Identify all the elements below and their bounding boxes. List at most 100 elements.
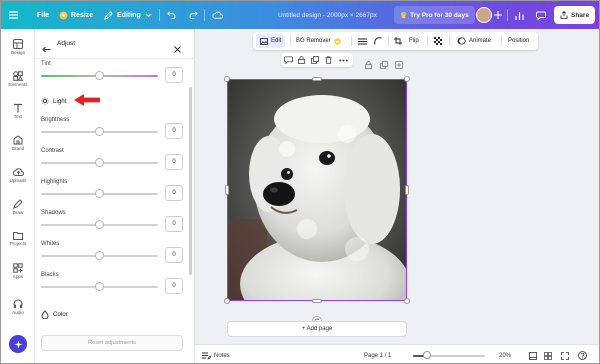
zoom-percentage[interactable]: 20%	[499, 345, 511, 363]
grid-view-button[interactable]	[544, 345, 552, 363]
magic-assistant-button[interactable]	[9, 335, 27, 353]
page-view-button[interactable]	[529, 345, 537, 363]
file-menu[interactable]: File	[37, 1, 49, 29]
rail-item-audio[interactable]: Audio	[1, 299, 35, 315]
contrast-value-input[interactable]: 0	[165, 154, 183, 170]
editing-mode-button[interactable]: Editing	[104, 1, 152, 29]
divider	[427, 36, 428, 46]
whites-value-input[interactable]: 0	[165, 247, 183, 263]
panel-title: Adjust	[57, 40, 76, 47]
share-button[interactable]: Share	[554, 6, 596, 24]
rail-item-apps[interactable]: Apps	[1, 263, 35, 279]
resize-handle-right[interactable]	[405, 185, 409, 195]
crop-icon	[394, 37, 402, 45]
animate-button[interactable]: Animate	[457, 32, 491, 50]
elements-icon	[13, 71, 23, 81]
duplicate-icon	[311, 56, 319, 64]
redo-button[interactable]	[189, 1, 198, 29]
transparency-button[interactable]	[434, 32, 442, 50]
close-button[interactable]	[174, 40, 181, 58]
sun-icon	[41, 97, 49, 105]
add-page-button[interactable]: + Add page	[227, 321, 407, 337]
border-style-button[interactable]	[358, 32, 367, 50]
light-section-header[interactable]: Light	[41, 97, 66, 105]
add-collaborator-button[interactable]	[494, 1, 502, 29]
insights-button[interactable]	[515, 1, 524, 29]
highlights-slider-knob[interactable]	[95, 189, 104, 198]
brightness-value-input[interactable]: 0	[165, 123, 183, 139]
brightness-slider-knob[interactable]	[95, 127, 104, 136]
droplet-icon	[41, 310, 49, 319]
more-options-button[interactable]	[339, 53, 348, 67]
add-page-icon-button[interactable]	[395, 56, 403, 74]
tint-value-input[interactable]: 0	[165, 67, 183, 83]
lock-icon	[298, 56, 305, 64]
page-indicator[interactable]: Page 1 / 1	[364, 345, 391, 363]
blacks-value-input[interactable]: 0	[165, 278, 183, 294]
cloud-save-button[interactable]	[212, 1, 223, 29]
rail-item-uploads[interactable]: Uploads	[1, 167, 35, 183]
highlights-value-input[interactable]: 0	[165, 185, 183, 201]
rail-item-brand[interactable]: Brand	[1, 135, 35, 151]
element-quick-actions	[281, 53, 353, 67]
image-toolbar: Edit BG Remover Flip Animate Position	[253, 32, 538, 50]
resize-handle-top-right[interactable]	[404, 76, 410, 82]
try-pro-button[interactable]: ♛ Try Pro for 30 days	[394, 6, 475, 24]
resize-handle-bottom-left[interactable]	[224, 298, 230, 304]
bg-remover-button[interactable]: BG Remover	[296, 32, 341, 50]
contrast-slider-knob[interactable]	[95, 158, 104, 167]
comments-button[interactable]	[536, 1, 546, 29]
shadows-value-input[interactable]: 0	[165, 216, 183, 232]
reset-adjustments-button[interactable]: Reset adjustments	[41, 335, 183, 351]
corner-rounding-button[interactable]	[374, 32, 382, 50]
edit-image-button[interactable]: Edit	[256, 34, 286, 48]
text-icon	[14, 103, 22, 113]
zoom-slider-knob[interactable]	[423, 351, 432, 359]
whites-slider-knob[interactable]	[95, 251, 104, 260]
avatar-button[interactable]	[476, 1, 492, 29]
chevron-down-icon	[145, 13, 152, 17]
blacks-slider-knob[interactable]	[95, 282, 104, 291]
flip-button[interactable]: Flip	[409, 32, 419, 50]
duplicate-page-button[interactable]	[380, 56, 388, 74]
position-button[interactable]: Position	[508, 32, 529, 50]
resize-handle-bottom[interactable]	[312, 299, 322, 303]
rail-label: Design	[10, 50, 26, 55]
lock-element-button[interactable]	[298, 53, 305, 67]
pointer-arrow-icon	[74, 94, 100, 106]
document-title[interactable]: Untitled design - 2000px × 2667px	[278, 1, 377, 29]
uploads-icon	[12, 168, 24, 176]
menu-icon[interactable]	[9, 1, 18, 29]
bg-remover-label: BG Remover	[296, 38, 331, 44]
fullscreen-icon	[561, 351, 569, 360]
undo-button[interactable]	[167, 1, 176, 29]
help-button[interactable]	[578, 345, 587, 363]
rail-item-elements[interactable]: Elements	[1, 71, 35, 87]
image-icon	[260, 37, 268, 45]
resize-button[interactable]: Resize	[59, 1, 93, 29]
shadows-slider-knob[interactable]	[95, 220, 104, 229]
resize-handle-top[interactable]	[312, 77, 322, 81]
color-section-header[interactable]: Color	[41, 310, 68, 319]
trash-icon	[325, 56, 332, 64]
fullscreen-button[interactable]	[561, 345, 569, 363]
resize-handle-left[interactable]	[225, 185, 229, 195]
back-button[interactable]	[42, 40, 51, 58]
delete-element-button[interactable]	[325, 53, 332, 67]
rail-item-draw[interactable]: Draw	[1, 199, 35, 215]
resize-handle-top-left[interactable]	[224, 76, 230, 82]
notes-button[interactable]: Notes	[202, 345, 230, 363]
lock-page-button[interactable]	[365, 56, 372, 74]
duplicate-element-button[interactable]	[311, 53, 319, 67]
crop-button[interactable]	[394, 32, 402, 50]
help-icon	[578, 351, 587, 360]
rail-item-projects[interactable]: Projects	[1, 231, 35, 246]
resize-handle-bottom-right[interactable]	[404, 298, 410, 304]
panel-scrollbar[interactable]	[189, 87, 192, 275]
comment-element-button[interactable]	[284, 53, 293, 67]
rail-item-design[interactable]: Design	[1, 39, 35, 55]
tint-slider-knob[interactable]	[95, 71, 104, 80]
audio-icon	[13, 299, 23, 308]
transparency-icon	[434, 37, 442, 45]
rail-item-text[interactable]: Text	[1, 103, 35, 119]
